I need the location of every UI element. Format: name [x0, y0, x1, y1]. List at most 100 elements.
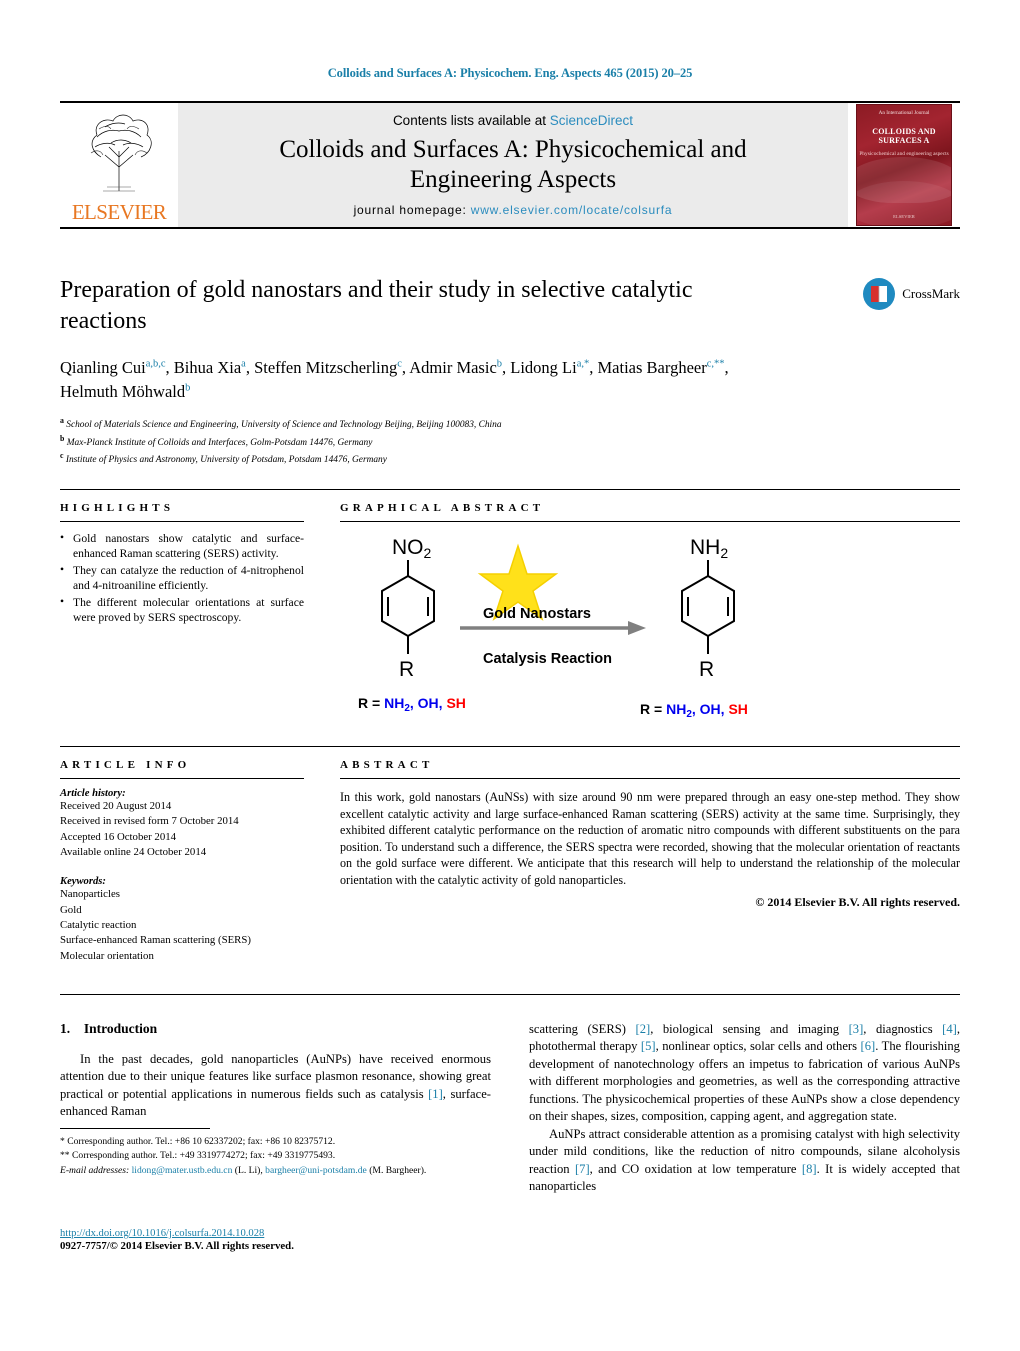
author-affiliation-marker: b — [185, 382, 191, 394]
abstract-copyright: © 2014 Elsevier B.V. All rights reserved… — [755, 895, 960, 910]
keywords-block: Keywords: Nanoparticles Gold Catalytic rea… — [60, 876, 304, 964]
author-name: Qianling Cui — [60, 358, 146, 378]
citation-4[interactable]: [4] — [942, 1022, 957, 1036]
intro-paragraph-left: In the past decades, gold nanoparticles … — [60, 1051, 491, 1121]
highlights-heading: HIGHLIGHTS — [60, 501, 175, 514]
keywords-list: Nanoparticles Gold Catalytic reaction Surfa… — [60, 887, 304, 964]
affiliation-list: a School of Materials Science and Engine… — [60, 415, 960, 467]
cover-subtitle: Physicochemical and engineering aspects — [859, 151, 949, 157]
issn-copyright: 0927-7757/© 2014 Elsevier B.V. All right… — [60, 1240, 294, 1252]
masthead-banner: Contents lists available at ScienceDirec… — [178, 103, 848, 227]
contents-available-line: Contents lists available at ScienceDirec… — [393, 113, 633, 128]
journal-masthead: ELSEVIER Contents lists available at Sci… — [60, 101, 960, 229]
sciencedirect-link[interactable]: ScienceDirect — [550, 113, 633, 128]
crossmark-label: CrossMark — [902, 286, 960, 301]
intro-text-a: In the past decades, gold nanoparticles … — [60, 1051, 491, 1101]
footnotes-block: * Corresponding author. Tel.: +86 10 623… — [60, 1128, 500, 1178]
article-history-item: Accepted 16 October 2014 — [60, 830, 177, 843]
product-r-legend: R = NH2, OH, SH — [640, 701, 748, 720]
citation-3[interactable]: [3] — [849, 1022, 864, 1036]
affiliation-item: c Institute of Physics and Astronomy, Un… — [60, 450, 387, 465]
author-name: Admir Masic — [409, 358, 497, 378]
author-name: Lidong Li — [510, 358, 577, 378]
product-amine-label: NH2 — [690, 536, 728, 561]
homepage-url-link[interactable]: www.elsevier.com/locate/colsurfa — [471, 203, 673, 217]
citation-8[interactable]: [8] — [802, 1162, 817, 1176]
highlight-item: Gold nanostars show catalytic and surfac… — [60, 530, 304, 562]
affiliation-item: a School of Materials Science and Engine… — [60, 416, 502, 431]
footnote-emails: E-mail addresses: lidong@mater.ustb.edu.… — [60, 1164, 500, 1178]
graphical-abstract-column: GRAPHICAL ABSTRACT NO2 R Gold Nanostars … — [322, 490, 960, 724]
citation-6[interactable]: [6] — [861, 1039, 876, 1053]
abstract-column: ABSTRACT In this work, gold nanostars (A… — [322, 747, 960, 964]
abstract-rule — [340, 777, 960, 779]
email-link-2[interactable]: bargheer@uni-potsdam.de — [265, 1165, 367, 1176]
article-info-heading: ARTICLE INFO — [60, 758, 191, 771]
highlights-column: HIGHLIGHTS Gold nanostars show catalytic… — [60, 490, 322, 724]
email-label: E-mail addresses: — [60, 1164, 130, 1176]
body-column-right: scattering (SERS) [2], biological sensin… — [529, 1021, 960, 1196]
reactant-r-label: R — [399, 658, 414, 681]
article-info-column: ARTICLE INFO Article history: Received 2… — [60, 747, 322, 964]
crossmark-icon — [863, 278, 896, 310]
arrow-label-top: Gold Nanostars — [483, 606, 591, 622]
keyword-item: Molecular orientation — [60, 949, 154, 962]
keywords-label: Keywords: — [60, 876, 106, 888]
citation-7[interactable]: [7] — [575, 1162, 590, 1176]
author-affiliation-marker: a,* — [576, 358, 590, 370]
footnote-corresponding-1: * Corresponding author. Tel.: +86 10 623… — [60, 1136, 336, 1147]
article-page: Colloids and Surfaces A: Physicochem. En… — [0, 0, 1020, 1351]
homepage-prefix: journal homepage: — [353, 203, 471, 217]
intro-paragraph-right-2: AuNPs attract considerable attention as … — [529, 1126, 960, 1196]
journal-cover-thumbnail: An International Journal COLLOIDS AND SU… — [848, 103, 960, 227]
citation-1[interactable]: [1] — [428, 1087, 443, 1101]
affiliation-item: b Max-Planck Institute of Colloids and I… — [60, 433, 373, 448]
journal-title-line2: Engineering Aspects — [409, 165, 617, 193]
abstract-text: In this work, gold nanostars (AuNSs) wit… — [340, 789, 960, 887]
footnote-rule — [60, 1128, 210, 1129]
author-name: Steffen Mitzscherling — [254, 358, 398, 378]
journal-title: Colloids and Surfaces A: Physicochemical… — [279, 135, 746, 194]
reactant-r-legend: R = NH2, OH, SH — [358, 695, 466, 714]
crossmark-badge[interactable]: CrossMark — [862, 277, 960, 311]
reactant-nitro-label: NO2 — [392, 536, 432, 561]
footnote-corresponding-2: ** Corresponding author. Tel.: +49 33197… — [60, 1150, 336, 1162]
elsevier-tree-icon — [90, 114, 152, 192]
author-list: Qianling Cuia,b,c, Bihua Xiaa, Steffen M… — [60, 358, 729, 402]
email-link-1[interactable]: lidong@mater.ustb.edu.cn — [132, 1165, 233, 1176]
citation-2[interactable]: [2] — [636, 1022, 651, 1036]
author-affiliation-marker: b — [496, 358, 503, 370]
article-info-rule — [60, 777, 304, 779]
article-history-item: Available online 24 October 2014 — [60, 845, 207, 858]
article-history-list: Received 20 August 2014 Received in revis… — [60, 799, 304, 860]
author-name: Matias Bargheer — [597, 358, 707, 378]
elsevier-logo: ELSEVIER — [60, 103, 178, 227]
intro-r-c: , diagnostics — [863, 1021, 943, 1036]
cover-image: An International Journal COLLOIDS AND SU… — [856, 104, 952, 226]
author-name: Helmuth Möhwald — [60, 382, 186, 402]
reaction-scheme-svg: NO2 R Gold Nanostars Catalysis Reaction … — [358, 536, 748, 720]
elsevier-wordmark: ELSEVIER — [71, 200, 167, 224]
doi-link[interactable]: http://dx.doi.org/10.1016/j.colsurfa.201… — [60, 1228, 500, 1239]
intro-r-a: scattering (SERS) — [529, 1021, 636, 1036]
email-owner-2: (M. Bargheer). — [369, 1164, 427, 1176]
arrow-label-bottom: Catalysis Reaction — [483, 651, 612, 667]
highlights-graphical-band: HIGHLIGHTS Gold nanostars show catalytic… — [60, 488, 960, 724]
article-history-item: Received 20 August 2014 — [60, 799, 172, 812]
highlights-items: Gold nanostars show catalytic and surfac… — [60, 530, 304, 626]
cover-top-line: An International Journal — [878, 110, 930, 116]
graphical-abstract-figure: NO2 R Gold Nanostars Catalysis Reaction … — [340, 528, 960, 724]
journal-homepage-line: journal homepage: www.elsevier.com/locat… — [354, 203, 673, 217]
highlights-rule — [60, 520, 304, 522]
contents-prefix: Contents lists available at — [392, 113, 550, 128]
citation-5[interactable]: [5] — [641, 1039, 656, 1053]
abstract-heading: ABSTRACT — [340, 758, 434, 771]
keyword-item: Surface-enhanced Raman scattering (SERS) — [60, 934, 251, 947]
title-block: CrossMark Preparation of gold nanostars … — [60, 275, 960, 467]
article-title: Preparation of gold nanostars and their … — [60, 277, 693, 334]
author-affiliation-marker: c,** — [706, 358, 725, 370]
cover-title: COLLOIDS AND SURFACES A — [872, 127, 936, 146]
footer-block: http://dx.doi.org/10.1016/j.colsurfa.201… — [60, 1228, 500, 1252]
intro-paragraph-right-1: scattering (SERS) [2], biological sensin… — [529, 1021, 960, 1126]
highlight-item: The different molecular orientations at … — [60, 594, 304, 626]
